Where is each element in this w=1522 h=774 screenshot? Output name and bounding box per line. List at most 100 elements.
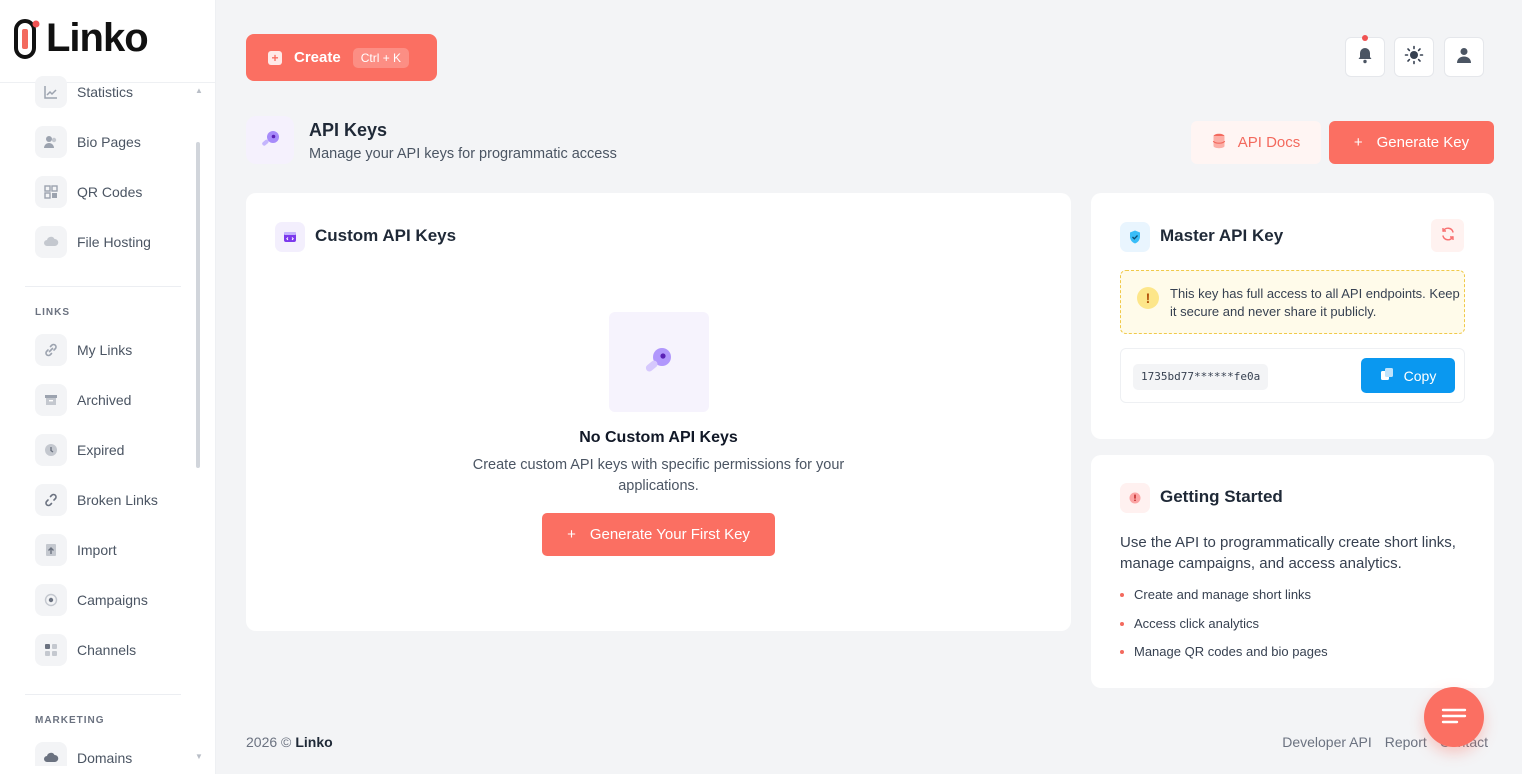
sidebar-item-label: Expired (77, 442, 125, 458)
generate-first-key-button[interactable]: + Generate Your First Key (542, 513, 775, 556)
link-icon (35, 334, 67, 366)
app-name: Linko (46, 16, 149, 60)
cloud-icon (35, 226, 67, 258)
sidebar-item-label: Broken Links (77, 492, 158, 508)
sidebar-item-file-hosting[interactable]: File Hosting (35, 226, 151, 258)
sidebar-item-bio-pages[interactable]: Bio Pages (35, 126, 141, 158)
info-icon (1120, 483, 1150, 513)
list-item: Access click analytics (1120, 615, 1328, 644)
page-subtitle: Manage your API keys for programmatic ac… (309, 146, 617, 162)
scroll-up-arrow-icon[interactable]: ▲ (195, 86, 203, 95)
sidebar-item-campaigns[interactable]: Campaigns (35, 584, 148, 616)
master-key-warning: ! This key has full access to all API en… (1120, 270, 1465, 334)
list-item: Manage QR codes and bio pages (1120, 643, 1328, 672)
empty-state-title: No Custom API Keys (579, 429, 738, 446)
getting-started-list: Create and manage short links Access cli… (1120, 586, 1328, 672)
sidebar-item-statistics[interactable]: Statistics (35, 76, 133, 108)
master-key-value[interactable]: 1735bd77******fe0a (1133, 364, 1269, 390)
floating-menu-button[interactable] (1424, 687, 1484, 747)
target-icon (35, 584, 67, 616)
import-icon (35, 534, 67, 566)
notifications-button[interactable] (1345, 37, 1385, 77)
sun-icon (1404, 45, 1424, 70)
sidebar-item-label: Bio Pages (77, 134, 141, 150)
generate-key-label: Generate Key (1376, 134, 1470, 151)
copy-key-button[interactable]: Copy (1361, 358, 1455, 393)
copy-icon (1380, 367, 1394, 384)
sidebar-item-label: Channels (77, 642, 137, 658)
archive-icon (35, 384, 67, 416)
master-key-title: Master API Key (1160, 226, 1284, 245)
warning-text: This key has full access to all API endp… (1170, 286, 1460, 319)
api-docs-label: API Docs (1237, 134, 1301, 151)
notification-dot (1362, 35, 1368, 41)
sidebar-item-my-links[interactable]: My Links (35, 334, 132, 366)
generate-key-button[interactable]: + Generate Key (1329, 121, 1494, 164)
footer-link-report[interactable]: Report (1385, 734, 1427, 750)
sidebar-item-broken-links[interactable]: Broken Links (35, 484, 158, 516)
sidebar-item-qr-codes[interactable]: QR Codes (35, 176, 142, 208)
clock-icon (35, 434, 67, 466)
sidebar-item-label: Statistics (77, 84, 134, 100)
regenerate-key-button[interactable] (1431, 219, 1464, 252)
sidebar-item-archived[interactable]: Archived (35, 384, 131, 416)
sidebar-item-import[interactable]: Import (35, 534, 117, 566)
sidebar-item-label: Import (77, 542, 117, 558)
sidebar-item-label: My Links (77, 342, 133, 358)
sidebar-divider (25, 286, 181, 287)
master-key-box: 1735bd77******fe0a Copy (1120, 348, 1465, 403)
generate-first-key-label: Generate Your First Key (589, 526, 750, 543)
sidebar-section-marketing: MARKETING (35, 715, 105, 726)
footer-link-developer-api[interactable]: Developer API (1282, 734, 1372, 750)
getting-started-card: Getting Started Use the API to programma… (1091, 455, 1494, 688)
sidebar-item-channels[interactable]: Channels (35, 634, 136, 666)
custom-keys-title: Custom API Keys (315, 226, 457, 245)
plus-icon: + (567, 526, 576, 543)
user-icon (1455, 46, 1473, 69)
app-logo[interactable]: Linko (12, 16, 149, 61)
refresh-icon (1440, 226, 1456, 245)
sidebar-item-label: Campaigns (77, 592, 148, 608)
chart-line-icon (35, 76, 67, 108)
menu-lines-icon (1440, 706, 1468, 729)
sidebar: Linko Statistics Bio Pages QR Codes File… (0, 0, 216, 774)
profile-button[interactable] (1444, 37, 1484, 77)
custom-keys-card: Custom API Keys No Custom API Keys Creat… (246, 193, 1071, 631)
grid-icon (35, 634, 67, 666)
key-icon (246, 116, 294, 164)
database-icon (1212, 133, 1226, 153)
empty-state-description: Create custom API keys with specific per… (472, 457, 845, 494)
create-button[interactable]: + Create Ctrl + K (246, 34, 437, 81)
sidebar-divider (25, 694, 181, 695)
plus-icon: + (268, 50, 282, 65)
theme-toggle-button[interactable] (1394, 37, 1434, 77)
master-key-card: Master API Key ! This key has full acces… (1091, 193, 1494, 439)
create-shortcut: Ctrl + K (352, 47, 410, 68)
list-item: Create and manage short links (1120, 586, 1328, 615)
cloud-icon (35, 742, 67, 766)
sidebar-item-label: QR Codes (77, 184, 143, 200)
users-icon (35, 126, 67, 158)
api-docs-button[interactable]: API Docs (1191, 121, 1321, 164)
sidebar-scrollbar[interactable] (196, 142, 200, 468)
scroll-down-arrow-icon[interactable]: ▼ (195, 752, 203, 761)
getting-started-description: Use the API to programmatically create s… (1120, 534, 1456, 572)
sidebar-item-expired[interactable]: Expired (35, 434, 124, 466)
bell-icon (1356, 46, 1374, 69)
sidebar-item-label: Archived (77, 392, 132, 408)
create-label: Create (294, 49, 341, 66)
footer-copyright: 2026 © Linko (246, 734, 333, 750)
plus-icon: + (1353, 134, 1363, 151)
sidebar-nav: Statistics Bio Pages QR Codes File Hosti… (0, 76, 216, 766)
broken-link-icon (35, 484, 67, 516)
empty-key-icon (609, 312, 709, 412)
warning-icon: ! (1137, 287, 1159, 309)
sidebar-item-label: File Hosting (77, 234, 151, 250)
shield-icon (1120, 222, 1150, 252)
getting-started-title: Getting Started (1160, 487, 1283, 506)
copyright-text: 2026 © (246, 734, 292, 750)
sidebar-item-domains[interactable]: Domains (35, 742, 132, 766)
copy-label: Copy (1403, 367, 1437, 384)
footer-brand[interactable]: Linko (295, 734, 332, 750)
page-title: API Keys (309, 120, 388, 140)
